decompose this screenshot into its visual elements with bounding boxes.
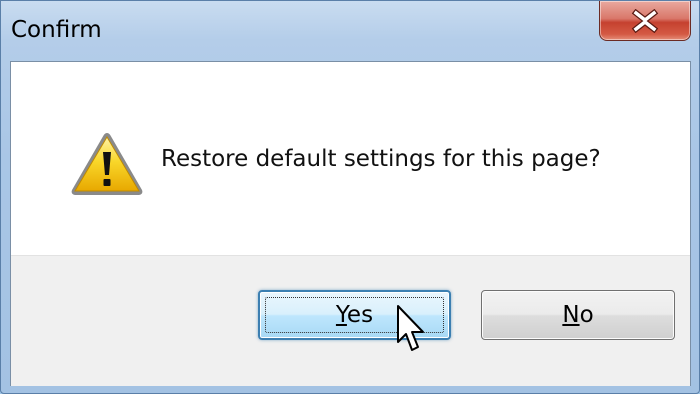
title-bar[interactable]: Confirm [1,1,700,61]
warning-icon [71,133,143,195]
dialog-client-area: Restore default settings for this page? … [10,61,691,386]
close-icon [631,8,659,33]
window-title: Confirm [11,17,102,43]
no-button[interactable]: No [481,290,675,340]
yes-button[interactable]: Yes [258,290,451,340]
confirm-dialog-window: Confirm Restore default settings for thi… [0,0,700,394]
dialog-message: Restore default settings for this page? [161,146,601,172]
button-area: Yes No [11,255,690,386]
no-button-label: No [562,302,594,328]
message-area: Restore default settings for this page? [11,62,690,255]
close-button[interactable] [599,1,691,41]
focus-rectangle [265,297,444,333]
